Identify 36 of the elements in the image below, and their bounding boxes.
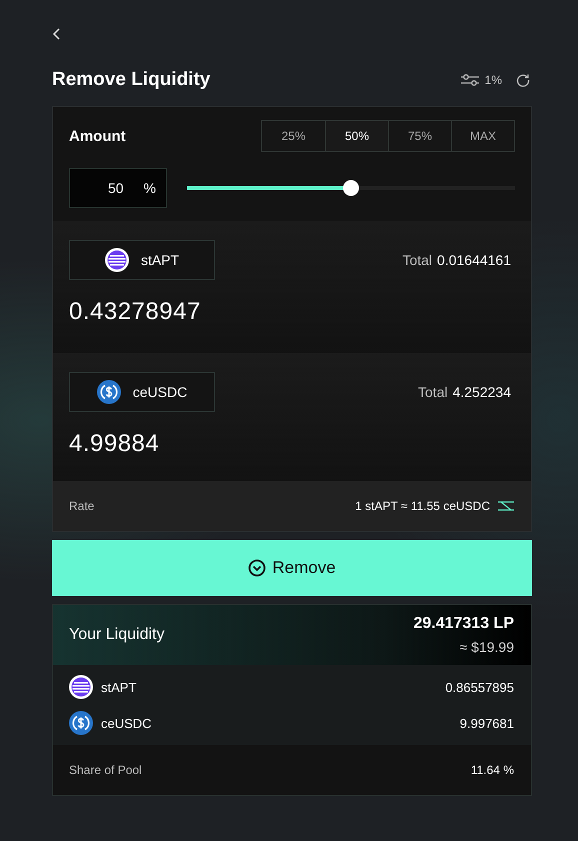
token-amount: 4.99884 [69,430,160,458]
token-selector[interactable]: ceUSDC [69,372,215,412]
back-icon[interactable] [52,26,62,42]
remove-button[interactable]: Remove [52,540,532,596]
lp-amount: 29.417313 LP [413,615,514,633]
token-balance: 9.997681 [460,716,514,730]
token-symbol: stAPT [101,680,136,694]
token-selector[interactable]: stAPT [69,240,215,280]
percent-input[interactable]: 50 [84,180,124,196]
refresh-icon[interactable] [516,73,530,87]
percent-unit: % [144,180,156,196]
striped-coin-icon [69,675,93,699]
share-value: 11.64 % [470,763,514,777]
total-label: Total [402,252,432,268]
striped-coin-icon [104,248,129,272]
page-title: Remove Liquidity [52,69,210,91]
dollar-coin-icon [69,711,93,735]
usd-value: ≈ $19.99 [460,639,514,655]
share-label: Share of Pool [69,763,142,777]
dollar-coin-icon [96,380,121,404]
rate-value: 1 stAPT ≈ 11.55 ceUSDC [355,499,490,513]
amount-label: Amount [69,128,126,144]
token-symbol: ceUSDC [101,716,152,730]
swap-rate-icon[interactable] [497,500,515,512]
token-balance: 0.86557895 [445,680,514,694]
liquidity-title: Your Liquidity [69,626,164,644]
down-circle-icon [248,559,266,577]
slider-thumb[interactable] [343,180,359,196]
rate-label: Rate [69,499,94,513]
total-value: 0.01644161 [437,252,511,268]
token-amount: 0.43278947 [69,298,202,326]
percent-button[interactable]: 50% [325,121,388,151]
total-value: 4.252234 [452,384,511,400]
sliders-icon [460,73,480,87]
slippage-button[interactable]: 1% [460,73,502,87]
total-label: Total [418,384,448,400]
